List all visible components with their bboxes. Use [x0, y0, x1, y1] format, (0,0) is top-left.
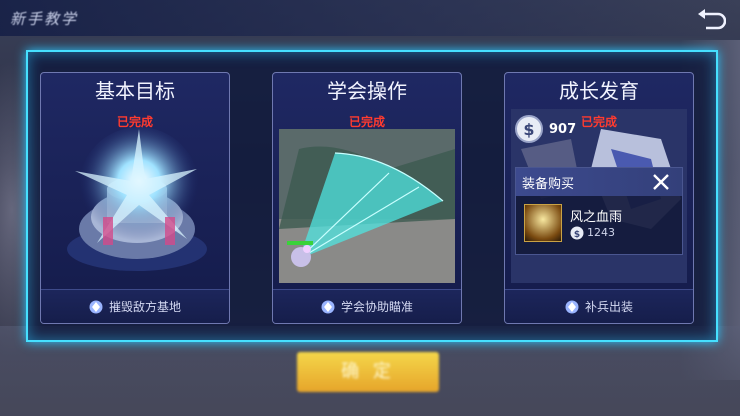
card-footer: 摧毁敌方基地 — [41, 289, 229, 323]
close-icon[interactable] — [650, 171, 672, 193]
card-title: 学会操作 — [327, 79, 407, 103]
svg-text:$: $ — [574, 230, 580, 240]
confirm-button[interactable]: 确 定 — [297, 352, 439, 392]
card-footer-label: 摧毁敌方基地 — [108, 300, 181, 314]
card-footer-label: 补兵出装 — [584, 300, 633, 314]
gold-amount: 907 — [549, 121, 577, 137]
gold-coin-icon: $ — [515, 115, 543, 143]
gold-counter: $ 907 — [515, 115, 576, 143]
status-completed: 已完成 — [348, 115, 385, 129]
item-name: 风之血雨 — [570, 210, 623, 225]
item-icon[interactable] — [524, 204, 562, 242]
card-footer: 学会协助瞄准 — [273, 289, 461, 323]
card-title: 基本目标 — [95, 79, 175, 103]
gem-icon — [565, 300, 579, 313]
coin-icon: $ — [570, 226, 584, 240]
return-arrow-icon[interactable] — [696, 8, 726, 30]
card-learn-controls[interactable]: 学会操作 已完成 学会协助瞄准 — [272, 72, 462, 324]
shop-title: 装备购买 — [522, 177, 575, 192]
status-completed: 已完成 — [116, 115, 153, 129]
gem-icon — [321, 300, 335, 313]
aim-assist-illustration — [279, 129, 455, 283]
card-basic-goal[interactable]: 基本目标 已完成 摧毁敌方基地 — [40, 72, 230, 324]
item-price: 1243 — [587, 226, 615, 239]
card-title: 成长发育 — [559, 79, 639, 103]
card-growth[interactable]: 成长发育 已完成 $ 907 装备购买 风之血雨 $ 1243 补兵出装 — [504, 72, 694, 324]
card-footer-label: 学会协助瞄准 — [340, 300, 413, 314]
equipment-shop-panel: 装备购买 风之血雨 $ 1243 — [515, 167, 683, 255]
card-footer: 补兵出装 — [505, 289, 693, 323]
crystal-base-illustration — [67, 127, 207, 271]
svg-text:$: $ — [523, 120, 534, 139]
page-title: 新手教学 — [10, 10, 79, 28]
top-bar: 新手教学 — [0, 0, 740, 36]
shop-header: 装备购买 — [516, 168, 682, 196]
gem-icon — [89, 300, 103, 313]
tutorial-panel: 基本目标 已完成 摧毁敌方基地 学会操作 已完成 学会协助瞄准 成长发育 已完成… — [26, 50, 718, 342]
